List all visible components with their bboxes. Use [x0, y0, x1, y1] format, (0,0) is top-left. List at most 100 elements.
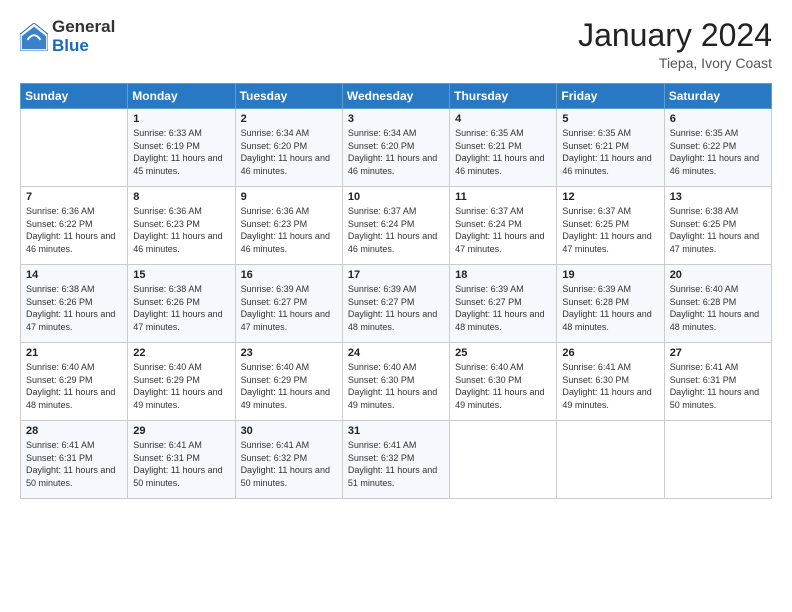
- day-number: 30: [241, 425, 337, 437]
- calendar-cell: 15Sunrise: 6:38 AMSunset: 6:26 PMDayligh…: [128, 265, 235, 343]
- page: General Blue January 2024 Tiepa, Ivory C…: [0, 0, 792, 612]
- cell-info: Sunrise: 6:41 AMSunset: 6:30 PMDaylight:…: [562, 361, 658, 411]
- calendar-cell: 4Sunrise: 6:35 AMSunset: 6:21 PMDaylight…: [450, 109, 557, 187]
- calendar-cell: 28Sunrise: 6:41 AMSunset: 6:31 PMDayligh…: [21, 421, 128, 499]
- cell-info: Sunrise: 6:37 AMSunset: 6:24 PMDaylight:…: [348, 205, 444, 255]
- calendar-cell: 29 Sunrise: 6:41 AMSunset: 6:31 PMDayligh…: [128, 421, 235, 499]
- day-number: 23: [241, 347, 337, 359]
- cell-info: Sunrise: 6:38 AMSunset: 6:26 PMDaylight:…: [26, 283, 122, 333]
- logo: General Blue: [20, 18, 115, 55]
- day-number: 1: [133, 113, 229, 125]
- calendar-cell: 9 Sunrise: 6:36 AMSunset: 6:23 PMDaylight…: [235, 187, 342, 265]
- cell-info: Sunrise: 6:36 AMSunset: 6:22 PMDaylight:…: [26, 205, 122, 255]
- calendar-cell: 16 Sunrise: 6:39 AMSunset: 6:27 PMDayligh…: [235, 265, 342, 343]
- cell-info: Sunrise: 6:40 AMSunset: 6:29 PMDaylight:…: [133, 361, 229, 411]
- location: Tiepa, Ivory Coast: [578, 55, 772, 71]
- cell-info: Sunrise: 6:39 AMSunset: 6:27 PMDaylight:…: [241, 283, 337, 333]
- cell-info: Sunrise: 6:39 AMSunset: 6:27 PMDaylight:…: [455, 283, 551, 333]
- calendar-cell: 8 Sunrise: 6:36 AMSunset: 6:23 PMDaylight…: [128, 187, 235, 265]
- cell-info: Sunrise: 6:38 AMSunset: 6:26 PMDaylight:…: [133, 283, 229, 333]
- calendar-cell: 20 Sunrise: 6:40 AMSunset: 6:28 PMDayligh…: [664, 265, 771, 343]
- day-number: 16: [241, 269, 337, 281]
- calendar-cell: 21 Sunrise: 6:40 AMSunset: 6:29 PMDayligh…: [21, 343, 128, 421]
- weekday-header: Monday: [128, 84, 235, 109]
- calendar-week-row: 28Sunrise: 6:41 AMSunset: 6:31 PMDayligh…: [21, 421, 772, 499]
- cell-info: Sunrise: 6:34 AMSunset: 6:20 PMDaylight:…: [241, 127, 337, 177]
- cell-info: Sunrise: 6:37 AMSunset: 6:24 PMDaylight:…: [455, 205, 551, 255]
- day-number: 19: [562, 269, 658, 281]
- calendar-cell: 5Sunrise: 6:35 AMSunset: 6:21 PMDaylight…: [557, 109, 664, 187]
- calendar-cell: 26Sunrise: 6:41 AMSunset: 6:30 PMDayligh…: [557, 343, 664, 421]
- day-number: 2: [241, 113, 337, 125]
- cell-info: Sunrise: 6:35 AMSunset: 6:22 PMDaylight:…: [670, 127, 766, 177]
- day-number: 9: [241, 191, 337, 203]
- day-number: 17: [348, 269, 444, 281]
- calendar-cell: [21, 109, 128, 187]
- cell-info: Sunrise: 6:40 AMSunset: 6:28 PMDaylight:…: [670, 283, 766, 333]
- logo-text: General Blue: [52, 18, 115, 55]
- calendar-cell: [450, 421, 557, 499]
- calendar-cell: 17 Sunrise: 6:39 AMSunset: 6:27 PMDayligh…: [342, 265, 449, 343]
- calendar-cell: [664, 421, 771, 499]
- cell-info: Sunrise: 6:40 AMSunset: 6:30 PMDaylight:…: [455, 361, 551, 411]
- day-number: 6: [670, 113, 766, 125]
- weekday-header: Saturday: [664, 84, 771, 109]
- month-title: January 2024: [578, 18, 772, 53]
- calendar-cell: 13Sunrise: 6:38 AMSunset: 6:25 PMDayligh…: [664, 187, 771, 265]
- cell-info: Sunrise: 6:34 AMSunset: 6:20 PMDaylight:…: [348, 127, 444, 177]
- day-number: 11: [455, 191, 551, 203]
- calendar-cell: 7Sunrise: 6:36 AMSunset: 6:22 PMDaylight…: [21, 187, 128, 265]
- calendar-cell: 18 Sunrise: 6:39 AMSunset: 6:27 PMDayligh…: [450, 265, 557, 343]
- cell-info: Sunrise: 6:40 AMSunset: 6:30 PMDaylight:…: [348, 361, 444, 411]
- day-number: 12: [562, 191, 658, 203]
- cell-info: Sunrise: 6:36 AMSunset: 6:23 PMDaylight:…: [133, 205, 229, 255]
- calendar-cell: 25Sunrise: 6:40 AMSunset: 6:30 PMDayligh…: [450, 343, 557, 421]
- day-number: 31: [348, 425, 444, 437]
- header: General Blue January 2024 Tiepa, Ivory C…: [20, 18, 772, 71]
- logo-blue: Blue: [52, 37, 115, 56]
- weekday-header: Wednesday: [342, 84, 449, 109]
- calendar-cell: 27 Sunrise: 6:41 AMSunset: 6:31 PMDayligh…: [664, 343, 771, 421]
- cell-info: Sunrise: 6:41 AMSunset: 6:31 PMDaylight:…: [133, 439, 229, 489]
- calendar-cell: 3 Sunrise: 6:34 AMSunset: 6:20 PMDaylight…: [342, 109, 449, 187]
- day-number: 8: [133, 191, 229, 203]
- calendar-cell: [557, 421, 664, 499]
- cell-info: Sunrise: 6:35 AMSunset: 6:21 PMDaylight:…: [562, 127, 658, 177]
- calendar-cell: 11 Sunrise: 6:37 AMSunset: 6:24 PMDayligh…: [450, 187, 557, 265]
- title-block: January 2024 Tiepa, Ivory Coast: [578, 18, 772, 71]
- calendar-week-row: 1 Sunrise: 6:33 AMSunset: 6:19 PMDaylight…: [21, 109, 772, 187]
- calendar-cell: 2 Sunrise: 6:34 AMSunset: 6:20 PMDaylight…: [235, 109, 342, 187]
- calendar-cell: 31Sunrise: 6:41 AMSunset: 6:32 PMDayligh…: [342, 421, 449, 499]
- day-number: 27: [670, 347, 766, 359]
- calendar-week-row: 21 Sunrise: 6:40 AMSunset: 6:29 PMDayligh…: [21, 343, 772, 421]
- cell-info: Sunrise: 6:35 AMSunset: 6:21 PMDaylight:…: [455, 127, 551, 177]
- cell-info: Sunrise: 6:39 AMSunset: 6:27 PMDaylight:…: [348, 283, 444, 333]
- calendar-cell: 24 Sunrise: 6:40 AMSunset: 6:30 PMDayligh…: [342, 343, 449, 421]
- cell-info: Sunrise: 6:40 AMSunset: 6:29 PMDaylight:…: [26, 361, 122, 411]
- day-number: 29: [133, 425, 229, 437]
- cell-info: Sunrise: 6:41 AMSunset: 6:32 PMDaylight:…: [241, 439, 337, 489]
- cell-info: Sunrise: 6:41 AMSunset: 6:31 PMDaylight:…: [670, 361, 766, 411]
- day-number: 14: [26, 269, 122, 281]
- calendar-cell: 22 Sunrise: 6:40 AMSunset: 6:29 PMDayligh…: [128, 343, 235, 421]
- day-number: 24: [348, 347, 444, 359]
- day-number: 20: [670, 269, 766, 281]
- day-number: 21: [26, 347, 122, 359]
- day-number: 3: [348, 113, 444, 125]
- cell-info: Sunrise: 6:37 AMSunset: 6:25 PMDaylight:…: [562, 205, 658, 255]
- weekday-header-row: SundayMondayTuesdayWednesdayThursdayFrid…: [21, 84, 772, 109]
- weekday-header: Thursday: [450, 84, 557, 109]
- calendar-cell: 6 Sunrise: 6:35 AMSunset: 6:22 PMDaylight…: [664, 109, 771, 187]
- calendar-cell: 10Sunrise: 6:37 AMSunset: 6:24 PMDayligh…: [342, 187, 449, 265]
- weekday-header: Friday: [557, 84, 664, 109]
- cell-info: Sunrise: 6:38 AMSunset: 6:25 PMDaylight:…: [670, 205, 766, 255]
- calendar-week-row: 14 Sunrise: 6:38 AMSunset: 6:26 PMDayligh…: [21, 265, 772, 343]
- cell-info: Sunrise: 6:33 AMSunset: 6:19 PMDaylight:…: [133, 127, 229, 177]
- cell-info: Sunrise: 6:40 AMSunset: 6:29 PMDaylight:…: [241, 361, 337, 411]
- weekday-header: Tuesday: [235, 84, 342, 109]
- day-number: 22: [133, 347, 229, 359]
- day-number: 18: [455, 269, 551, 281]
- calendar-cell: 12 Sunrise: 6:37 AMSunset: 6:25 PMDayligh…: [557, 187, 664, 265]
- cell-info: Sunrise: 6:36 AMSunset: 6:23 PMDaylight:…: [241, 205, 337, 255]
- calendar-cell: 1 Sunrise: 6:33 AMSunset: 6:19 PMDaylight…: [128, 109, 235, 187]
